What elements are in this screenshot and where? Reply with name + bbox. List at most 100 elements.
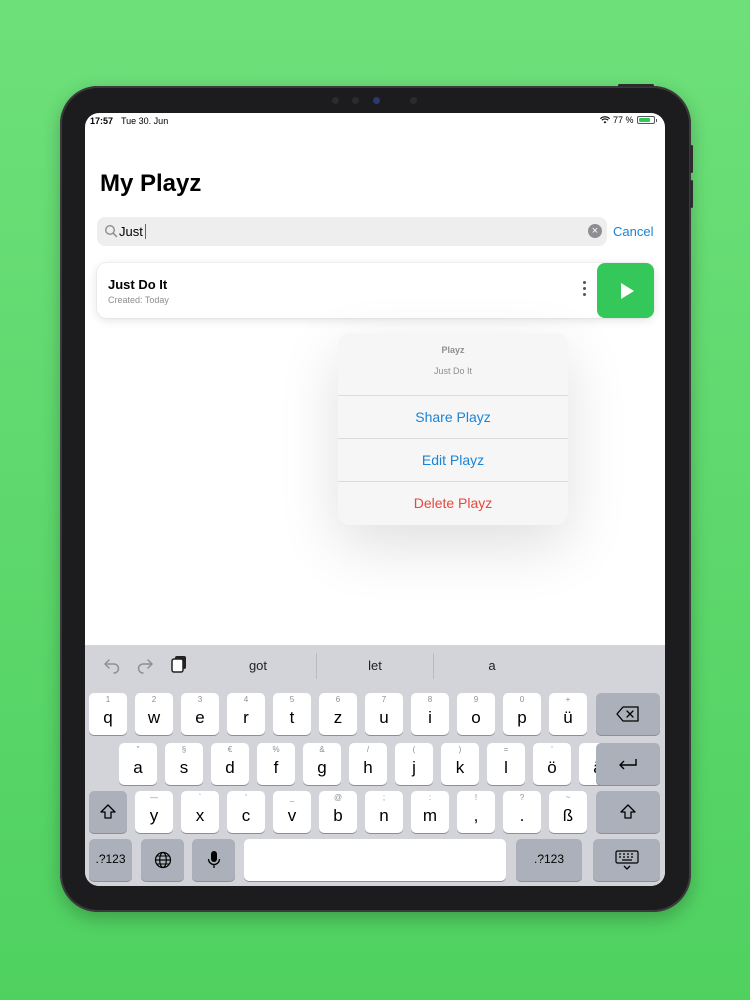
share-playz-button[interactable]: Share Playz <box>338 395 568 438</box>
key-row1-0[interactable]: 1q <box>89 693 127 735</box>
undo-icon[interactable] <box>103 656 121 674</box>
suggestion-3[interactable]: a <box>462 658 522 673</box>
keyboard-dismiss-icon <box>614 850 639 870</box>
key-row1-8[interactable]: 9o <box>457 693 495 735</box>
numbers-key-right[interactable]: .?123 <box>516 839 582 881</box>
context-menu-header: Playz Just Do It <box>338 333 568 395</box>
edit-playz-button[interactable]: Edit Playz <box>338 438 568 481</box>
key-row2-0[interactable]: " a <box>119 743 157 785</box>
return-key[interactable] <box>596 743 660 785</box>
key-row3-2[interactable]: ' c <box>227 791 265 833</box>
key-row1-9[interactable]: 0p <box>503 693 541 735</box>
battery-level <box>638 118 650 122</box>
globe-key[interactable] <box>141 839 184 881</box>
key-row2-5[interactable]: / h <box>349 743 387 785</box>
key-row1-6[interactable]: 7u <box>365 693 403 735</box>
key-row2-2[interactable]: € d <box>211 743 249 785</box>
playz-card[interactable]: Just Do It Created: Today <box>97 263 654 318</box>
more-options-icon[interactable] <box>581 281 587 299</box>
key-label: p <box>517 708 527 727</box>
shift-key-left[interactable] <box>89 791 127 833</box>
delete-key[interactable] <box>596 693 660 735</box>
key-row2-7[interactable]: ) k <box>441 743 479 785</box>
key-hint: ? <box>519 793 525 802</box>
key-label: o <box>471 708 481 727</box>
key-hint: _ <box>289 793 295 802</box>
key-label: j <box>412 758 416 777</box>
clear-search-icon[interactable]: × <box>588 224 602 238</box>
space-key[interactable] <box>244 839 506 881</box>
key-label: v <box>287 806 297 825</box>
search-input[interactable]: Just <box>119 224 146 239</box>
key-hint: 5 <box>289 695 295 704</box>
clipboard-icon[interactable] <box>170 655 188 673</box>
context-menu-title: Playz <box>441 345 465 355</box>
key-label: f <box>273 758 279 777</box>
key-hint: § <box>181 745 187 754</box>
key-hint: 4 <box>243 695 249 704</box>
redo-icon[interactable] <box>136 656 154 674</box>
microphone-icon <box>207 851 220 868</box>
key-row2-4[interactable]: & g <box>303 743 341 785</box>
key-row1-1[interactable]: 2w <box>135 693 173 735</box>
key-row2-9[interactable]: ' ö <box>533 743 571 785</box>
key-row1-5[interactable]: 6z <box>319 693 357 735</box>
numbers-key-left[interactable]: .?123 <box>89 839 132 881</box>
key-row3-4[interactable]: @ b <box>319 791 357 833</box>
suggestion-1[interactable]: got <box>228 658 288 673</box>
suggestion-2[interactable]: let <box>345 658 405 673</box>
key-row3-1[interactable]: ` x <box>181 791 219 833</box>
search-icon <box>104 224 118 238</box>
key-row2-1[interactable]: § s <box>165 743 203 785</box>
key-row3-3[interactable]: _ v <box>273 791 311 833</box>
play-button[interactable] <box>597 263 654 318</box>
key-label: y <box>149 806 159 825</box>
cancel-button[interactable]: Cancel <box>613 224 653 239</box>
shift-icon <box>620 804 636 819</box>
key-row3-0[interactable]: — y <box>135 791 173 833</box>
key-row3-5[interactable]: ; n <box>365 791 403 833</box>
key-hint: ' <box>551 745 553 754</box>
suggestion-divider <box>316 653 317 679</box>
key-hint: & <box>319 745 325 754</box>
key-row3-6[interactable]: :m <box>411 791 449 833</box>
key-label: g <box>317 758 327 777</box>
key-hint: + <box>565 695 571 704</box>
key-hint: 1 <box>105 695 111 704</box>
key-label: u <box>379 708 389 727</box>
key-row1-10[interactable]: + ü <box>549 693 587 735</box>
status-bar: 17:57 Tue 30. Jun 77 % <box>85 113 665 129</box>
top-button <box>618 84 654 87</box>
dictation-key[interactable] <box>192 839 235 881</box>
key-row1-3[interactable]: 4r <box>227 693 265 735</box>
key-row3-8[interactable]: ?. <box>503 791 541 833</box>
screen: 17:57 Tue 30. Jun 77 % My Playz Just × C… <box>85 113 665 886</box>
globe-icon <box>154 851 171 869</box>
key-row1-2[interactable]: 3e <box>181 693 219 735</box>
key-label: b <box>333 806 343 825</box>
status-right: 77 % <box>600 115 657 125</box>
page-title: My Playz <box>100 170 202 197</box>
key-hint: / <box>366 745 370 754</box>
dismiss-keyboard-key[interactable] <box>593 839 660 881</box>
key-hint: ; <box>382 793 386 802</box>
key-row1-4[interactable]: 5t <box>273 693 311 735</box>
key-hint: 7 <box>381 695 387 704</box>
key-row2-6[interactable]: (j <box>395 743 433 785</box>
key-label: ö <box>547 758 557 777</box>
shift-icon <box>100 804 116 819</box>
status-time: 17:57 <box>90 116 114 126</box>
search-input-value: Just <box>119 224 143 239</box>
delete-playz-button[interactable]: Delete Playz <box>338 481 568 524</box>
key-row3-7[interactable]: !, <box>457 791 495 833</box>
key-row2-3[interactable]: % f <box>257 743 295 785</box>
key-label: i <box>428 708 432 727</box>
key-row1-7[interactable]: 8i <box>411 693 449 735</box>
key-row2-8[interactable]: = l <box>487 743 525 785</box>
search-bar[interactable]: Just × <box>97 217 607 246</box>
shift-key-right[interactable] <box>596 791 660 833</box>
key-hint: " <box>136 745 140 754</box>
key-label: s <box>179 758 189 777</box>
key-row3-9[interactable]: ~ ß <box>549 791 587 833</box>
key-hint: = <box>503 745 509 754</box>
